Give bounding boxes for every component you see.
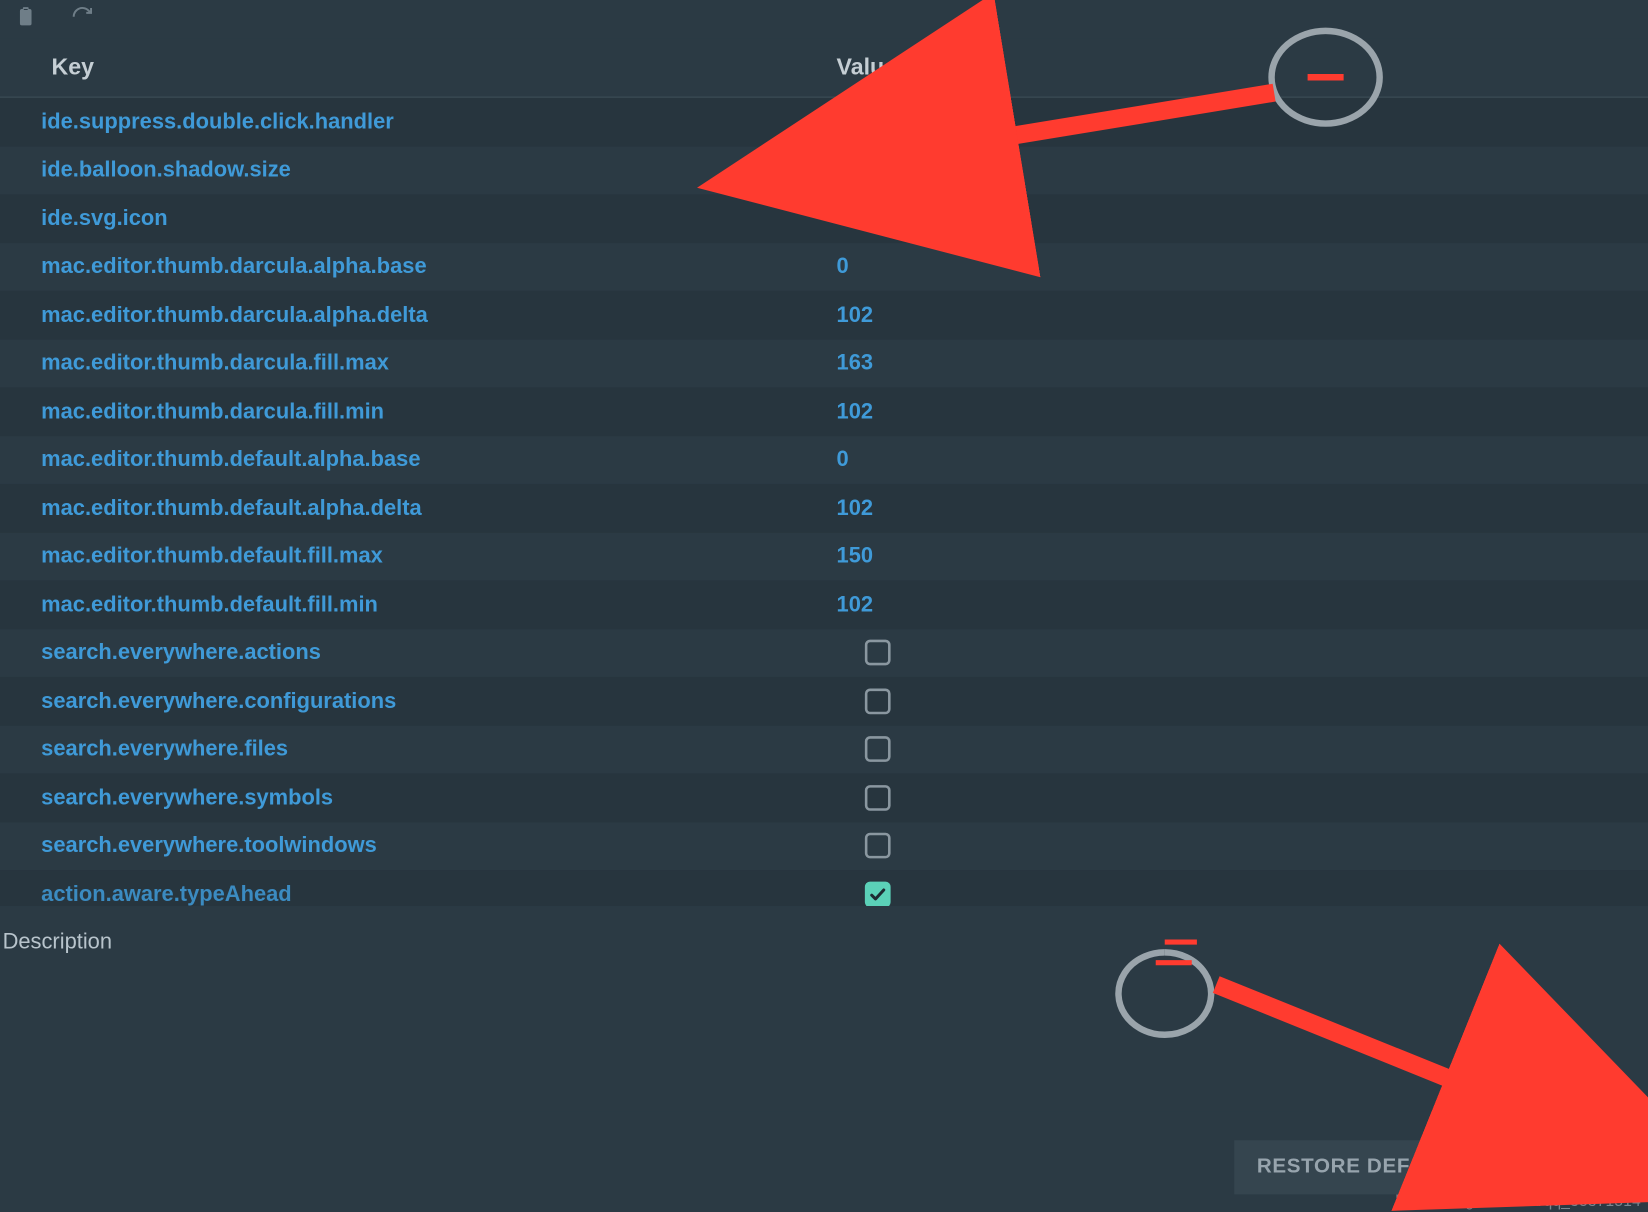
table-row[interactable]: ide.suppress.double.click.handler bbox=[0, 98, 1648, 146]
table-row[interactable]: mac.editor.thumb.darcula.fill.min102 bbox=[0, 387, 1648, 435]
clipboard-icon[interactable] bbox=[13, 4, 39, 30]
checkbox-unchecked-icon[interactable] bbox=[865, 688, 891, 714]
row-key: mac.editor.thumb.darcula.fill.max bbox=[0, 350, 837, 376]
header-key: Key bbox=[0, 54, 837, 81]
row-value[interactable]: 0 bbox=[837, 447, 1648, 473]
row-value[interactable]: 102 bbox=[837, 495, 1648, 521]
checkbox-unchecked-icon[interactable] bbox=[865, 736, 891, 762]
row-value[interactable]: 0 bbox=[837, 254, 1648, 280]
table-row[interactable]: search.everywhere.symbols bbox=[0, 773, 1648, 821]
refresh-icon[interactable] bbox=[69, 4, 95, 30]
row-key: ide.svg.icon bbox=[0, 206, 837, 232]
checkbox-unchecked-icon[interactable] bbox=[865, 833, 891, 859]
row-key: mac.editor.thumb.darcula.alpha.base bbox=[0, 254, 837, 280]
row-value-text: 102 bbox=[837, 302, 874, 328]
checkbox-checked-icon[interactable] bbox=[865, 206, 891, 232]
checkbox-checked-icon[interactable] bbox=[865, 881, 891, 906]
description-panel: Description bbox=[0, 906, 1648, 1112]
row-value[interactable]: 163 bbox=[837, 350, 1648, 376]
row-value[interactable] bbox=[837, 736, 1648, 762]
table-row[interactable]: mac.editor.thumb.darcula.alpha.base0 bbox=[0, 243, 1648, 291]
row-value-text: 150 bbox=[837, 543, 874, 569]
row-key: search.everywhere.actions bbox=[0, 640, 837, 666]
row-value-text: 102 bbox=[837, 399, 874, 425]
checkbox-unchecked-icon[interactable] bbox=[865, 785, 891, 811]
table-body: ide.suppress.double.click.handler ide.bal… bbox=[0, 98, 1648, 906]
row-value-text: 163 bbox=[837, 350, 874, 376]
header-value: Value bbox=[837, 54, 1648, 81]
row-value[interactable] bbox=[837, 640, 1648, 666]
row-key: mac.editor.thumb.default.fill.max bbox=[0, 543, 837, 569]
table-row[interactable]: mac.editor.thumb.darcula.alpha.delta102 bbox=[0, 291, 1648, 339]
row-value[interactable] bbox=[837, 206, 1648, 232]
table-row[interactable]: mac.editor.thumb.default.alpha.delta102 bbox=[0, 484, 1648, 532]
row-value[interactable]: 0 bbox=[837, 157, 1648, 183]
restore-defaults-button[interactable]: RESTORE DEFAULTS bbox=[1234, 1140, 1503, 1194]
row-key: search.everywhere.symbols bbox=[0, 785, 837, 811]
row-value[interactable] bbox=[837, 785, 1648, 811]
close-button[interactable]: CLOSE bbox=[1515, 1140, 1635, 1194]
row-key: search.everywhere.files bbox=[0, 736, 837, 762]
row-value-text: 0 bbox=[837, 447, 849, 473]
table-row[interactable]: ide.balloon.shadow.size0 bbox=[0, 146, 1648, 194]
row-key: mac.editor.thumb.default.alpha.base bbox=[0, 447, 837, 473]
watermark-text: https://blog.csdn.net/qq_38371514 bbox=[1395, 1192, 1640, 1210]
row-value[interactable] bbox=[837, 833, 1648, 859]
row-value[interactable] bbox=[837, 109, 1648, 135]
row-key: mac.editor.thumb.darcula.alpha.delta bbox=[0, 302, 837, 328]
table-row[interactable]: mac.editor.thumb.darcula.fill.max163 bbox=[0, 339, 1648, 387]
row-value[interactable]: 102 bbox=[837, 302, 1648, 328]
row-value[interactable]: 102 bbox=[837, 592, 1648, 618]
table-row[interactable]: search.everywhere.configurations bbox=[0, 677, 1648, 725]
table-row[interactable]: mac.editor.thumb.default.fill.max150 bbox=[0, 532, 1648, 580]
row-key: mac.editor.thumb.default.alpha.delta bbox=[0, 495, 837, 521]
row-value[interactable]: 150 bbox=[837, 543, 1648, 569]
table-row[interactable]: mac.editor.thumb.default.fill.min102 bbox=[0, 580, 1648, 628]
description-label: Description bbox=[3, 929, 112, 953]
toolbar bbox=[0, 0, 1648, 39]
table-row[interactable]: search.everywhere.files bbox=[0, 725, 1648, 773]
row-value-text: 0 bbox=[837, 157, 849, 183]
row-value-text: 0 bbox=[837, 254, 849, 280]
row-key: mac.editor.thumb.default.fill.min bbox=[0, 592, 837, 618]
row-key: ide.balloon.shadow.size bbox=[0, 157, 837, 183]
table-header: Key Value bbox=[0, 39, 1648, 98]
row-key: search.everywhere.configurations bbox=[0, 688, 837, 714]
row-key: search.everywhere.toolwindows bbox=[0, 833, 837, 859]
table-row[interactable]: ide.svg.icon bbox=[0, 194, 1648, 242]
row-key: action.aware.typeAhead bbox=[0, 881, 837, 906]
checkbox-checked-icon[interactable] bbox=[865, 109, 891, 135]
checkbox-unchecked-icon[interactable] bbox=[865, 640, 891, 666]
table-row[interactable]: action.aware.typeAhead bbox=[0, 870, 1648, 906]
row-value-text: 102 bbox=[837, 592, 874, 618]
row-key: mac.editor.thumb.darcula.fill.min bbox=[0, 399, 837, 425]
table-row[interactable]: search.everywhere.toolwindows bbox=[0, 822, 1648, 870]
table-row[interactable]: search.everywhere.actions bbox=[0, 629, 1648, 677]
row-value[interactable]: 102 bbox=[837, 399, 1648, 425]
row-value[interactable] bbox=[837, 688, 1648, 714]
row-key: ide.suppress.double.click.handler bbox=[0, 109, 837, 135]
table-row[interactable]: mac.editor.thumb.default.alpha.base0 bbox=[0, 436, 1648, 484]
row-value-text: 102 bbox=[837, 495, 874, 521]
row-value[interactable] bbox=[837, 881, 1648, 906]
